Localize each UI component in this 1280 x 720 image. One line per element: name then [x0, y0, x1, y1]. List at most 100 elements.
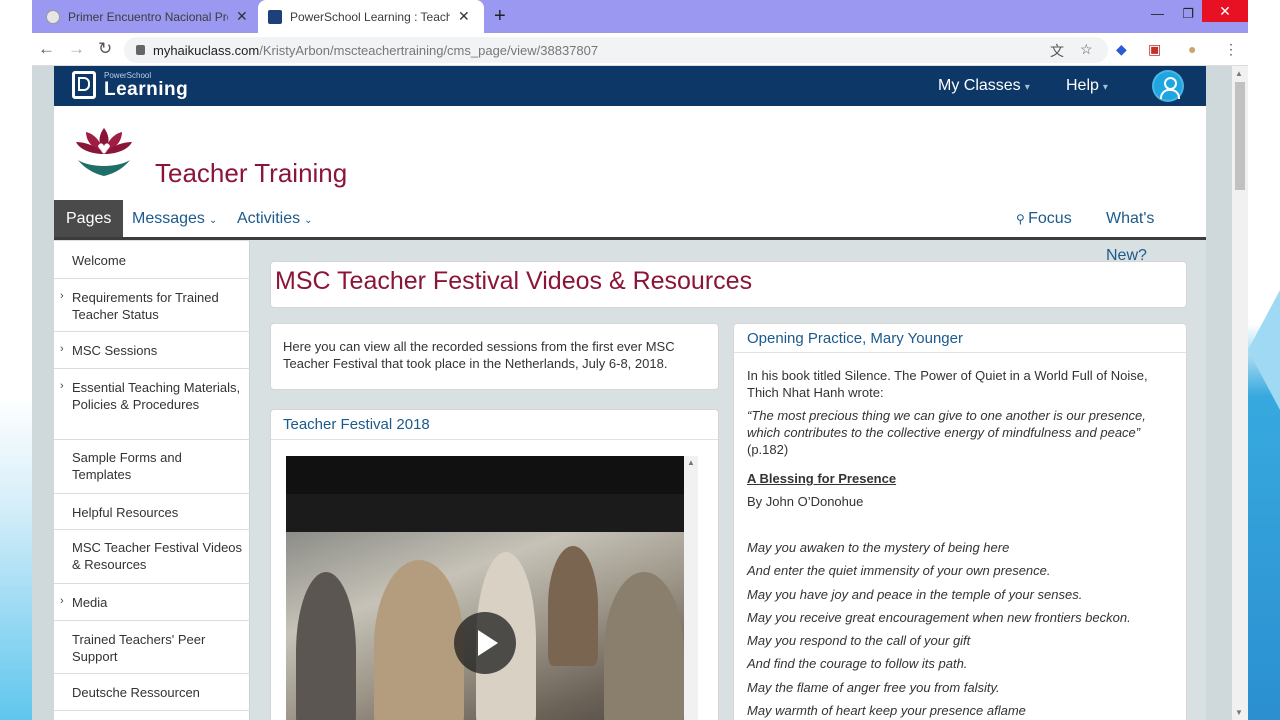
sidebar-item-label: Helpful Resources	[72, 505, 179, 520]
divider	[734, 352, 1186, 353]
whats-new-link[interactable]: What's New?	[1094, 200, 1206, 264]
restore-icon[interactable]: ❐	[1182, 6, 1194, 22]
tab-messages[interactable]: Messages ⌄	[120, 200, 229, 237]
scroll-up-icon[interactable]: ▲	[687, 458, 695, 467]
sidebar-item-essential-materials[interactable]: › Essential Teaching Materials, Policies…	[54, 369, 250, 440]
user-icon[interactable]	[1152, 70, 1184, 102]
video-player[interactable]	[286, 456, 684, 720]
video-figure	[604, 572, 684, 720]
page-viewport: PowerSchool Learning My Classes▾ Help▾	[32, 66, 1248, 720]
chevron-right-icon[interactable]: ›	[60, 378, 64, 395]
sidebar-item-label: Requirements for Trained Teacher Status	[72, 290, 219, 322]
play-icon[interactable]	[454, 612, 516, 674]
sidebar-item-welcome[interactable]: Welcome	[54, 241, 250, 279]
sidebar-item-label: Deutsche Ressourcen	[72, 685, 200, 700]
sidebar-item-festival-videos[interactable]: MSC Teacher Festival Videos & Resources	[54, 530, 250, 584]
translate-icon[interactable]: 文	[1050, 41, 1064, 61]
poem-quote: “The most precious thing we can give to …	[747, 408, 1146, 440]
poem-line: May the flame of anger free you from fal…	[747, 680, 1000, 695]
extension-icon[interactable]: ◆	[1116, 41, 1127, 58]
browser-toolbar: ← → ↻ myhaikuclass.com/KristyArbon/mscte…	[32, 33, 1248, 66]
my-classes-menu[interactable]: My Classes ▾	[938, 77, 1030, 95]
class-title: Teacher Training	[155, 158, 348, 188]
poem-line: And find the courage to follow its path.	[747, 656, 968, 671]
url-path: /KristyArbon/mscteachertraining/cms_page…	[259, 42, 599, 58]
tab-favicon-icon	[46, 9, 60, 24]
desktop-background-left	[0, 0, 32, 720]
desktop-decoration	[1248, 290, 1280, 410]
poem-line: May you have joy and peace in the temple…	[747, 587, 1083, 602]
sidebar-item-helpful-resources[interactable]: Helpful Resources	[54, 494, 250, 530]
browser-tab[interactable]: Primer Encuentro Nacional Profe ✕	[36, 0, 258, 33]
tab-title: PowerSchool Learning : Teacher	[290, 9, 450, 24]
chevron-right-icon[interactable]: ›	[60, 288, 64, 305]
poem-line: May you receive great encouragement when…	[747, 610, 1131, 625]
sidebar-item-label: Media	[72, 595, 108, 610]
poem-quote-block: “The most precious thing we can give to …	[747, 407, 1177, 458]
close-window-icon[interactable]: ✕	[1202, 0, 1248, 22]
sidebar-item-label: MSC Sessions	[72, 343, 158, 358]
video-figure	[296, 572, 356, 720]
help-menu[interactable]: Help ▾	[1066, 77, 1108, 95]
chevron-right-icon[interactable]: ›	[60, 593, 64, 610]
tab-pages[interactable]: Pages	[54, 200, 124, 237]
new-tab-icon[interactable]: +	[494, 5, 506, 28]
sidebar-item-requirements[interactable]: › Requirements for Trained Teacher Statu…	[54, 279, 250, 332]
tab-title: Primer Encuentro Nacional Profe	[68, 9, 228, 24]
sidebar-item-peer-support[interactable]: Trained Teachers' Peer Support	[54, 621, 250, 674]
star-icon[interactable]: ☆	[1080, 41, 1093, 58]
sidebar-item-media[interactable]: › Media	[54, 584, 250, 621]
tab-activities[interactable]: Activities ⌄	[225, 200, 325, 237]
sidebar-item-msc-sessions[interactable]: › MSC Sessions	[54, 332, 250, 369]
blessing-title-text: A Blessing for Presence	[747, 471, 897, 486]
extension-icon[interactable]: ▣	[1148, 41, 1161, 58]
poem-line: May warmth of heart keep your presence a…	[747, 703, 1026, 718]
sidebar-item-label: Welcome	[72, 253, 126, 268]
sidebar-item-sample-forms[interactable]: Sample Forms and Templates	[54, 440, 250, 494]
help-label: Help	[1066, 77, 1099, 94]
video-title-bar	[286, 494, 684, 532]
poem-quote-cite: (p.182)	[747, 442, 789, 457]
focus-label: Focus	[1028, 210, 1072, 227]
reload-icon[interactable]: ↻	[98, 39, 112, 59]
forward-icon[interactable]: →	[68, 39, 85, 59]
app-header: PowerSchool Learning My Classes ▾ Help ▾	[54, 66, 1206, 106]
search-icon: ⚲	[1016, 212, 1029, 226]
chevron-right-icon[interactable]: ›	[60, 341, 64, 358]
video-card: Teacher Festival 2018 ▲	[270, 409, 719, 720]
sidebar-item-label: Sample Forms and Templates	[72, 450, 182, 482]
scroll-up-icon[interactable]: ▲	[1235, 69, 1243, 78]
chevron-down-icon: ⌄	[208, 215, 218, 226]
video-figure	[374, 560, 464, 720]
sidebar-item-label: Trained Teachers' Peer Support	[72, 632, 206, 664]
menu-icon[interactable]: ⋮	[1224, 41, 1238, 58]
close-tab-icon[interactable]: ✕	[458, 8, 470, 25]
pages-sidebar: Welcome › Requirements for Trained Teach…	[54, 241, 250, 720]
address-bar[interactable]: myhaikuclass.com/KristyArbon/mscteachert…	[124, 37, 1108, 63]
focus-button[interactable]: ⚲ Focus	[1004, 200, 1084, 237]
intro-card: Here you can view all the recorded sessi…	[270, 323, 719, 390]
intro-text: Here you can view all the recorded sessi…	[283, 339, 675, 371]
tab-messages-label: Messages	[132, 210, 205, 227]
class-nav: Pages Messages ⌄ Activities ⌄ ⚲ Focus What…	[54, 200, 1206, 264]
scroll-down-icon[interactable]: ▼	[1235, 708, 1243, 717]
logo-big-text: Learning	[104, 79, 189, 100]
minimize-icon[interactable]: —	[1151, 6, 1164, 21]
page-title-card: MSC Teacher Festival Videos & Resources	[270, 261, 1187, 308]
powerschool-favicon-icon	[268, 9, 282, 24]
page-scrollbar[interactable]: ▲ ▼	[1232, 66, 1248, 720]
powerschool-logo[interactable]: PowerSchool Learning	[72, 71, 188, 99]
poem-author: By John O’Donohue	[747, 494, 864, 509]
video-card-title: Teacher Festival 2018	[283, 416, 430, 433]
profile-icon[interactable]: ●	[1188, 41, 1196, 57]
tab-strip: Primer Encuentro Nacional Profe ✕ PowerS…	[32, 0, 1248, 33]
close-tab-icon[interactable]: ✕	[236, 8, 248, 25]
browser-window: Primer Encuentro Nacional Profe ✕ PowerS…	[32, 0, 1248, 720]
scroll-thumb[interactable]	[1235, 82, 1245, 190]
blessing-title: A Blessing for Presence	[747, 470, 1177, 487]
browser-tab-active[interactable]: PowerSchool Learning : Teacher ✕	[258, 0, 484, 33]
back-icon[interactable]: ←	[38, 39, 55, 59]
my-classes-label: My Classes	[938, 77, 1021, 94]
sidebar-item-deutsche[interactable]: Deutsche Ressourcen	[54, 674, 250, 711]
video-scrollbar[interactable]: ▲	[684, 456, 698, 720]
